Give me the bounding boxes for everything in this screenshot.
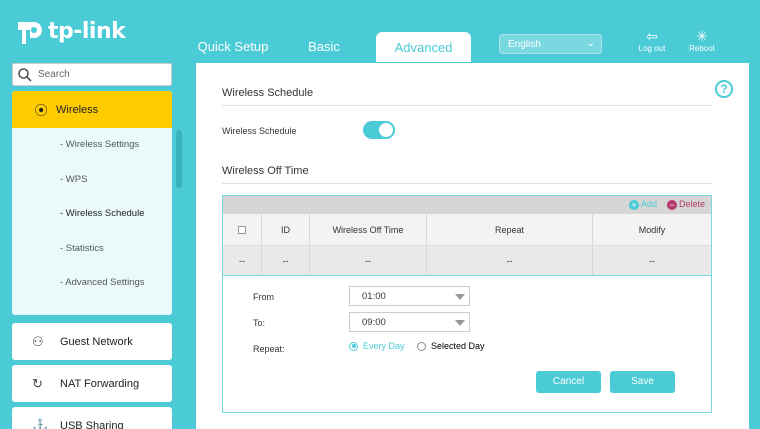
search-placeholder: Search bbox=[38, 69, 70, 80]
search-icon bbox=[18, 68, 32, 82]
language-select[interactable]: English ⌄ bbox=[499, 34, 602, 54]
guest-network-icon: ⚇ bbox=[32, 333, 44, 349]
column-header: Modify bbox=[638, 224, 666, 235]
reboot-button[interactable]: ✳ Reboot bbox=[682, 28, 722, 53]
table-cell: -- bbox=[223, 246, 262, 275]
sidebar-item-guest-network[interactable]: ⚇ Guest Network bbox=[12, 323, 172, 360]
table-cell: -- bbox=[649, 255, 655, 266]
sidebar-item-label: Guest Network bbox=[60, 335, 133, 348]
from-time-select[interactable]: 01:00 bbox=[349, 286, 470, 306]
to-time-select[interactable]: 09:00 bbox=[349, 312, 470, 332]
wireless-schedule-toggle[interactable] bbox=[363, 121, 395, 139]
from-label: From bbox=[253, 292, 274, 302]
submenu-wireless-settings[interactable]: - Wireless Settings bbox=[12, 128, 172, 163]
wireless-icon: ⦿ bbox=[32, 103, 48, 118]
tp-link-logo: tp-link bbox=[12, 14, 126, 48]
submenu-advanced-settings[interactable]: - Advanced Settings bbox=[12, 266, 172, 301]
tab-quick-setup[interactable]: Quick Setup bbox=[178, 32, 288, 62]
radio-unselected-icon bbox=[417, 341, 426, 351]
search-input[interactable]: Search bbox=[12, 63, 172, 86]
reboot-label: Reboot bbox=[689, 44, 715, 53]
column-header: Wireless Off Time bbox=[310, 214, 427, 245]
sidebar-item-usb-sharing[interactable]: ⚓ USB Sharing bbox=[12, 407, 172, 429]
sidebar-item-wireless[interactable]: ⦿ Wireless bbox=[12, 91, 172, 128]
section-title-wireless-schedule: Wireless Schedule bbox=[222, 87, 712, 106]
repeat-label: Repeat: bbox=[253, 344, 285, 354]
select-all-cell bbox=[223, 214, 262, 245]
save-button[interactable]: Save bbox=[610, 371, 675, 393]
sidebar-item-label: USB Sharing bbox=[60, 419, 124, 429]
radio-label: Selected Day bbox=[431, 341, 485, 351]
table-cell: -- bbox=[427, 246, 593, 275]
delete-button[interactable]: − Delete bbox=[666, 199, 705, 210]
logout-button[interactable]: ⇦ Log out bbox=[632, 28, 672, 53]
radio-label: Every Day bbox=[363, 341, 405, 351]
submenu-wireless-schedule[interactable]: - Wireless Schedule bbox=[12, 197, 172, 232]
dropdown-arrow-icon bbox=[455, 294, 465, 300]
add-button[interactable]: + Add bbox=[628, 199, 657, 210]
from-time-value: 01:00 bbox=[362, 291, 386, 302]
logout-label: Log out bbox=[638, 44, 666, 53]
to-time-value: 09:00 bbox=[362, 317, 386, 328]
sidebar-scrollbar[interactable] bbox=[176, 130, 182, 188]
delete-label: Delete bbox=[678, 199, 705, 209]
cancel-button[interactable]: Cancel bbox=[536, 371, 601, 393]
tp-link-logo-icon bbox=[18, 22, 42, 44]
brand-name: tp-link bbox=[48, 18, 126, 44]
add-label: Add bbox=[640, 199, 657, 209]
off-time-table: + Add − Delete ID Wireless Off Time Repeat… bbox=[222, 195, 712, 413]
submenu-wps[interactable]: - WPS bbox=[12, 163, 172, 198]
table-row: -- -- -- -- -- bbox=[223, 246, 711, 276]
wireless-schedule-label: Wireless Schedule bbox=[222, 126, 297, 136]
sidebar-item-label: Wireless bbox=[56, 103, 99, 116]
usb-icon: ⚓ bbox=[32, 417, 49, 429]
logout-icon: ⇦ bbox=[646, 28, 658, 44]
column-header: ID bbox=[262, 214, 310, 245]
tab-advanced[interactable]: Advanced bbox=[376, 32, 471, 62]
chevron-down-icon: ⌄ bbox=[586, 38, 595, 49]
repeat-every-day-radio[interactable]: Every Day bbox=[349, 341, 405, 351]
repeat-selected-day-radio[interactable]: Selected Day bbox=[417, 341, 485, 351]
submenu-statistics[interactable]: - Statistics bbox=[12, 232, 172, 267]
table-cell: -- bbox=[310, 246, 427, 275]
table-cell: -- bbox=[262, 246, 310, 275]
table-toolbar: + Add − Delete bbox=[223, 196, 711, 214]
nat-forwarding-icon: ↻ bbox=[32, 375, 43, 391]
help-icon[interactable]: ? bbox=[715, 80, 733, 98]
section-title-wireless-off-time: Wireless Off Time bbox=[222, 165, 712, 184]
select-all-checkbox[interactable] bbox=[238, 225, 246, 234]
column-header: Repeat bbox=[427, 214, 593, 245]
language-value: English bbox=[508, 39, 541, 50]
minus-icon: − bbox=[666, 200, 677, 210]
dropdown-arrow-icon bbox=[455, 320, 465, 326]
sidebar-item-label: NAT Forwarding bbox=[60, 377, 140, 390]
tab-basic[interactable]: Basic bbox=[288, 32, 360, 62]
plus-icon: + bbox=[628, 200, 639, 210]
radio-selected-icon bbox=[349, 341, 358, 351]
main-content: ? Wireless Schedule Wireless Schedule Wi… bbox=[196, 63, 749, 429]
sidebar-item-nat-forwarding[interactable]: ↻ NAT Forwarding bbox=[12, 365, 172, 402]
reboot-icon: ✳ bbox=[696, 28, 708, 44]
to-label: To: bbox=[253, 318, 266, 328]
table-header: ID Wireless Off Time Repeat Modify bbox=[223, 214, 711, 246]
wireless-menu: ⦿ Wireless - Wireless Settings - WPS - W… bbox=[12, 91, 172, 315]
main-tabs: Quick Setup Basic Advanced bbox=[178, 32, 471, 62]
